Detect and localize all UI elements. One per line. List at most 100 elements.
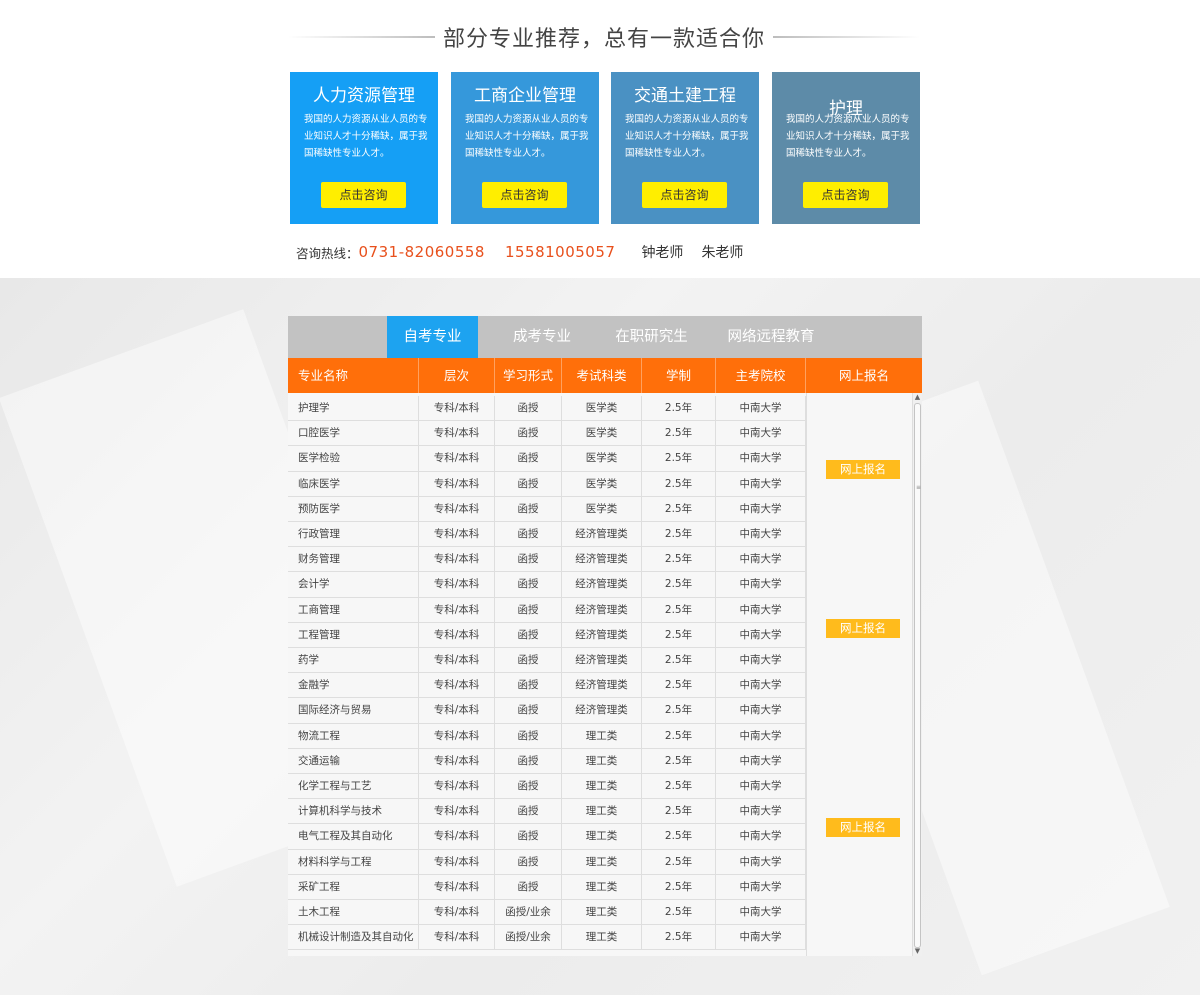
table-cell: 经济管理类 <box>562 572 642 598</box>
enroll-column: 网上报名 网上报名 网上报名 <box>806 393 913 956</box>
table-cell: 专科/本科 <box>419 900 495 925</box>
scroll-up-arrow-icon[interactable]: ▲ <box>913 393 922 402</box>
table-cell: 专科/本科 <box>419 698 495 724</box>
column-header: 学制 <box>642 358 716 393</box>
table-cell: 国际经济与贸易 <box>288 698 419 724</box>
major-cards: 人力资源管理 我国的人力资源从业人员的专业知识人才十分稀缺，属于我国稀缺性专业人… <box>290 72 922 224</box>
tab-graduate[interactable]: 在职研究生 <box>604 316 699 358</box>
table-row: 国际经济与贸易 专科/本科 函授 经济管理类 2.5年 中南大学 <box>288 698 806 724</box>
table-cell: 工程管理 <box>288 622 419 648</box>
table-cell: 专科/本科 <box>419 396 495 421</box>
table-cell: 函授/业余 <box>495 900 562 925</box>
major-card-desc: 我国的人力资源从业人员的专业知识人才十分稀缺，属于我国稀缺性专业人才。 <box>304 114 428 159</box>
consult-button[interactable]: 点击咨询 <box>803 182 888 208</box>
consult-button[interactable]: 点击咨询 <box>642 182 727 208</box>
table-cell: 土木工程 <box>288 900 419 925</box>
table-body: 机械设计制造及其自动化 专科/本科 函授/业余 理工类 2.5年 中南大学 土木工程 专科/本… <box>288 393 913 956</box>
table-cell: 函授 <box>495 648 562 673</box>
table-cell: 采矿工程 <box>288 874 419 900</box>
enroll-button[interactable]: 网上报名 <box>826 818 900 837</box>
table-cell: 函授 <box>495 849 562 875</box>
table-row: 计算机科学与技术 专科/本科 函授 理工类 2.5年 中南大学 <box>288 799 806 825</box>
table-scrollbar[interactable]: ▲ ≡ ▼ <box>913 393 922 956</box>
hotline-phone-1[interactable]: 0731-82060558 <box>359 243 485 261</box>
table-cell: 理工类 <box>562 824 642 850</box>
table-cell: 2.5年 <box>642 723 716 749</box>
table-row: 行政管理 专科/本科 函授 经济管理类 2.5年 中南大学 <box>288 522 806 548</box>
table-row: 金融学 专科/本科 函授 经济管理类 2.5年 中南大学 <box>288 673 806 699</box>
table-cell: 金融学 <box>288 673 419 699</box>
table-cell: 专科/本科 <box>419 673 495 699</box>
hotline-phone-2[interactable]: 15581005057 <box>505 243 615 261</box>
table-cell: 理工类 <box>562 748 642 774</box>
tab-adult-exam[interactable]: 成考专业 <box>496 316 588 358</box>
table-cell: 专科/本科 <box>419 824 495 850</box>
scroll-down-arrow-icon[interactable]: ▼ <box>913 947 922 956</box>
table-row: 物流工程 专科/本科 函授 理工类 2.5年 中南大学 <box>288 723 806 749</box>
table-cell: 函授 <box>495 698 562 724</box>
major-card-desc: 我国的人力资源从业人员的专业知识人才十分稀缺，属于我国稀缺性专业人才。 <box>786 114 910 159</box>
hotline-label: 咨询热线： <box>296 245 359 261</box>
table-cell: 2.5年 <box>642 748 716 774</box>
table-cell: 中南大学 <box>716 496 806 522</box>
table-cell: 理工类 <box>562 925 642 951</box>
scroll-thumb[interactable]: ≡ <box>914 403 921 948</box>
teacher-name-1: 钟老师 <box>641 245 684 261</box>
table-row: 采矿工程 专科/本科 函授 理工类 2.5年 中南大学 <box>288 874 806 900</box>
consult-button[interactable]: 点击咨询 <box>321 182 406 208</box>
enroll-button[interactable]: 网上报名 <box>826 619 900 638</box>
table-cell: 函授 <box>495 446 562 472</box>
table-cell: 机械设计制造及其自动化 <box>288 925 419 951</box>
table-cell: 函授 <box>495 673 562 699</box>
table-cell: 化学工程与工艺 <box>288 774 419 799</box>
table-cell: 医学类 <box>562 446 642 472</box>
table-row: 医学检验 专科/本科 函授 医学类 2.5年 中南大学 <box>288 446 806 472</box>
table-cell: 函授 <box>495 547 562 573</box>
table-row: 工商管理 专科/本科 函授 经济管理类 2.5年 中南大学 <box>288 597 806 623</box>
table-cell: 预防医学 <box>288 496 419 522</box>
table-cell: 交通运输 <box>288 748 419 774</box>
table-cell: 电气工程及其自动化 <box>288 824 419 850</box>
table-cell: 物流工程 <box>288 723 419 749</box>
table-cell: 中南大学 <box>716 723 806 749</box>
table-cell: 护理学 <box>288 396 419 421</box>
major-card-title: 交通土建工程 <box>634 86 736 106</box>
table-row: 口腔医学 专科/本科 函授 医学类 2.5年 中南大学 <box>288 421 806 447</box>
table-cell: 专科/本科 <box>419 572 495 598</box>
column-header: 主考院校 <box>716 358 806 393</box>
table-cell: 函授 <box>495 622 562 648</box>
major-card-title: 工商企业管理 <box>474 86 576 106</box>
table-cell: 理工类 <box>562 774 642 799</box>
table-cell: 中南大学 <box>716 925 806 951</box>
table-cell: 中南大学 <box>716 648 806 673</box>
table-cell: 2.5年 <box>642 446 716 472</box>
table-cell: 中南大学 <box>716 698 806 724</box>
table-cell: 经济管理类 <box>562 648 642 673</box>
tab-self-study[interactable]: 自考专业 <box>387 316 478 358</box>
table-cell: 专科/本科 <box>419 774 495 799</box>
table-cell: 专科/本科 <box>419 748 495 774</box>
table-cell: 理工类 <box>562 900 642 925</box>
section-heading: 部分专业推荐，总有一款适合你 <box>443 27 766 52</box>
table-cell: 2.5年 <box>642 673 716 699</box>
table-cell: 临床医学 <box>288 471 419 497</box>
table-cell: 理工类 <box>562 799 642 825</box>
table-row: 土木工程 专科/本科 函授/业余 理工类 2.5年 中南大学 <box>288 900 806 926</box>
table-cell: 理工类 <box>562 723 642 749</box>
consult-button[interactable]: 点击咨询 <box>482 182 567 208</box>
table-cell: 专科/本科 <box>419 849 495 875</box>
table-cell: 2.5年 <box>642 622 716 648</box>
tab-online-education[interactable]: 网络远程教育 <box>716 316 826 358</box>
table-cell: 2.5年 <box>642 849 716 875</box>
table-cell: 专科/本科 <box>419 799 495 825</box>
table-cell: 中南大学 <box>716 572 806 598</box>
table-cell: 中南大学 <box>716 874 806 900</box>
major-card: 人力资源管理 我国的人力资源从业人员的专业知识人才十分稀缺，属于我国稀缺性专业人… <box>290 72 438 224</box>
enroll-button[interactable]: 网上报名 <box>826 460 900 479</box>
table-cell: 2.5年 <box>642 421 716 447</box>
table-cell: 函授 <box>495 522 562 547</box>
table-cell: 函授 <box>495 723 562 749</box>
table-cell: 中南大学 <box>716 673 806 699</box>
major-card-title: 人力资源管理 <box>313 86 415 106</box>
table-cell: 中南大学 <box>716 774 806 799</box>
